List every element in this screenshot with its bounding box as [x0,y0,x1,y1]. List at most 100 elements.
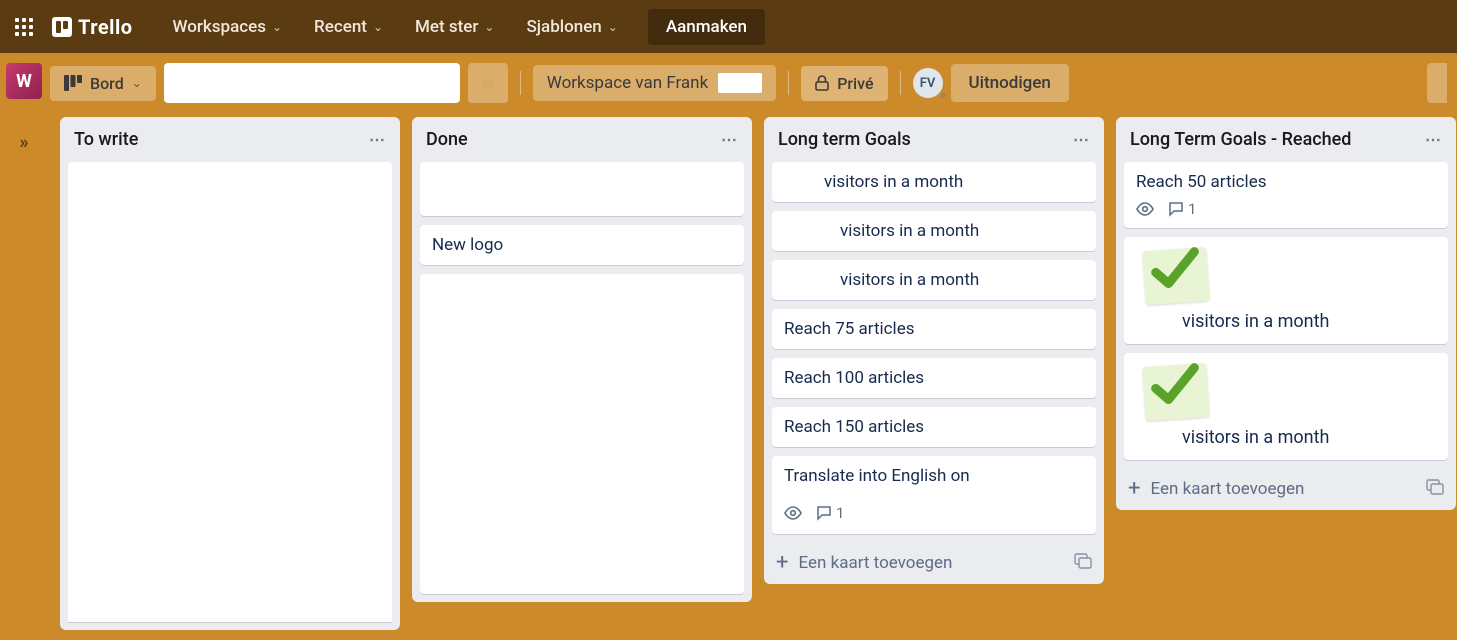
comment-icon: 1 [1168,200,1196,218]
card[interactable] [420,274,744,594]
card[interactable]: visitors in a month [1124,237,1448,344]
comment-count: 1 [836,504,844,522]
card-cover [1136,361,1436,427]
chevron-down-icon: ⌄ [608,20,618,34]
add-card-button[interactable]: + Een kaart toevoegen [764,542,1104,584]
create-button-label: Aanmaken [666,17,747,37]
star-board-button[interactable]: ☆ [468,63,508,103]
card-text: Reach 50 articles [1136,172,1266,192]
add-card-label: Een kaart toevoegen [798,553,952,573]
create-button[interactable]: Aanmaken [648,9,765,45]
card-text: visitors in a month [824,172,963,192]
comment-count: 1 [1188,200,1196,218]
card[interactable]: visitors in a month [772,211,1096,251]
card[interactable]: Reach 50 articles 1 [1124,162,1448,228]
avatar-initials: FV [920,76,936,91]
board-view-label: Bord [90,74,124,93]
divider [788,71,789,95]
list-title[interactable]: Long Term Goals - Reached [1130,129,1351,150]
workspace-name-pill[interactable]: Workspace van Frank [533,65,776,101]
card-cover [1136,245,1436,311]
nav-starred[interactable]: Met ster ⌄ [403,11,506,43]
card[interactable]: Reach 100 articles [772,358,1096,398]
card-text: Reach 75 articles [784,319,914,339]
chevron-down-icon: ⌄ [484,20,494,34]
redacted-area [718,73,762,93]
workspace-name-label: Workspace van Frank [547,73,708,93]
list-cards: visitors in a month visitors in a month … [764,162,1104,542]
visibility-label: Privé [837,74,873,93]
divider [520,71,521,95]
apps-launcher-icon[interactable] [10,13,38,41]
checkmark-icon [1142,247,1210,305]
star-icon: ☆ [480,73,496,94]
board-menu-toggle[interactable] [1427,63,1447,103]
list-menu-icon[interactable]: ⋯ [721,130,738,149]
checkmark-icon [1142,363,1210,421]
list-cards: Reach 50 articles 1 visit [1116,162,1456,468]
list-title[interactable]: To write [74,129,138,150]
template-icon[interactable] [1074,553,1092,573]
card[interactable]: visitors in a month [772,260,1096,300]
list-title[interactable]: Long term Goals [778,129,911,150]
card-text: Translate into English on [784,466,970,486]
board-title-input[interactable] [164,63,460,103]
plus-icon: + [776,552,788,574]
member-avatar[interactable]: FV » [913,68,943,98]
lock-icon [815,75,829,91]
card-text: Reach 150 articles [784,417,924,437]
list-done: Done ⋯ New logo [412,117,752,602]
app-header: Trello Workspaces ⌄ Recent ⌄ Met ster ⌄ … [0,0,1457,53]
card-text: New logo [432,235,503,255]
chevron-down-icon: ⌄ [272,20,282,34]
list-title[interactable]: Done [426,129,468,150]
admin-badge-icon: » [941,90,946,101]
nav-workspaces[interactable]: Workspaces ⌄ [161,11,295,43]
card[interactable]: Reach 75 articles [772,309,1096,349]
template-icon[interactable] [1426,479,1444,499]
nav-templates-label: Sjablonen [526,17,601,37]
list-menu-icon[interactable]: ⋯ [1073,130,1090,149]
comment-icon: 1 [816,504,844,522]
invite-button-label: Uitnodigen [969,73,1051,93]
list-cards [60,162,400,630]
workspace-badge-letter: W [16,71,32,92]
visibility-pill[interactable]: Privé [801,66,887,101]
card-text: visitors in a month [1182,311,1329,332]
card[interactable]: New logo [420,225,744,265]
card[interactable]: Reach 150 articles [772,407,1096,447]
nav-templates[interactable]: Sjablonen ⌄ [514,11,629,43]
nav-workspaces-label: Workspaces [173,17,266,37]
trello-logo[interactable]: Trello [52,15,133,39]
card[interactable] [420,162,744,216]
board-canvas[interactable]: To write ⋯ Done ⋯ New logo Long term Goa… [0,113,1457,640]
nav-recent-label: Recent [314,17,367,37]
list-long-term-goals: Long term Goals ⋯ visitors in a month vi… [764,117,1104,584]
divider [900,71,901,95]
card[interactable] [68,162,392,622]
sidebar-expand-button[interactable]: » [8,126,40,158]
list-long-term-goals-reached: Long Term Goals - Reached ⋯ Reach 50 art… [1116,117,1456,510]
card-text: visitors in a month [840,270,979,290]
board-icon [64,75,82,91]
nav-recent[interactable]: Recent ⌄ [302,11,395,43]
workspace-badge[interactable]: W [6,63,42,99]
watch-icon [1136,202,1154,216]
plus-icon: + [1128,478,1140,500]
card-text: visitors in a month [1182,427,1329,448]
card-text: visitors in a month [840,221,979,241]
add-card-button[interactable]: + Een kaart toevoegen [1116,468,1456,510]
invite-button[interactable]: Uitnodigen [951,64,1069,102]
card[interactable]: Translate into English on 1 [772,456,1096,534]
card[interactable]: visitors in a month [772,162,1096,202]
trello-logo-icon [52,17,72,37]
list-to-write: To write ⋯ [60,117,400,630]
app-name: Trello [78,15,133,39]
add-card-label: Een kaart toevoegen [1150,479,1304,499]
chevron-down-icon: ⌄ [373,20,383,34]
card[interactable]: visitors in a month [1124,353,1448,460]
card-badges: 1 [1136,200,1436,218]
board-view-switcher[interactable]: Bord ⌄ [50,66,156,101]
list-menu-icon[interactable]: ⋯ [1425,130,1442,149]
list-menu-icon[interactable]: ⋯ [369,130,386,149]
